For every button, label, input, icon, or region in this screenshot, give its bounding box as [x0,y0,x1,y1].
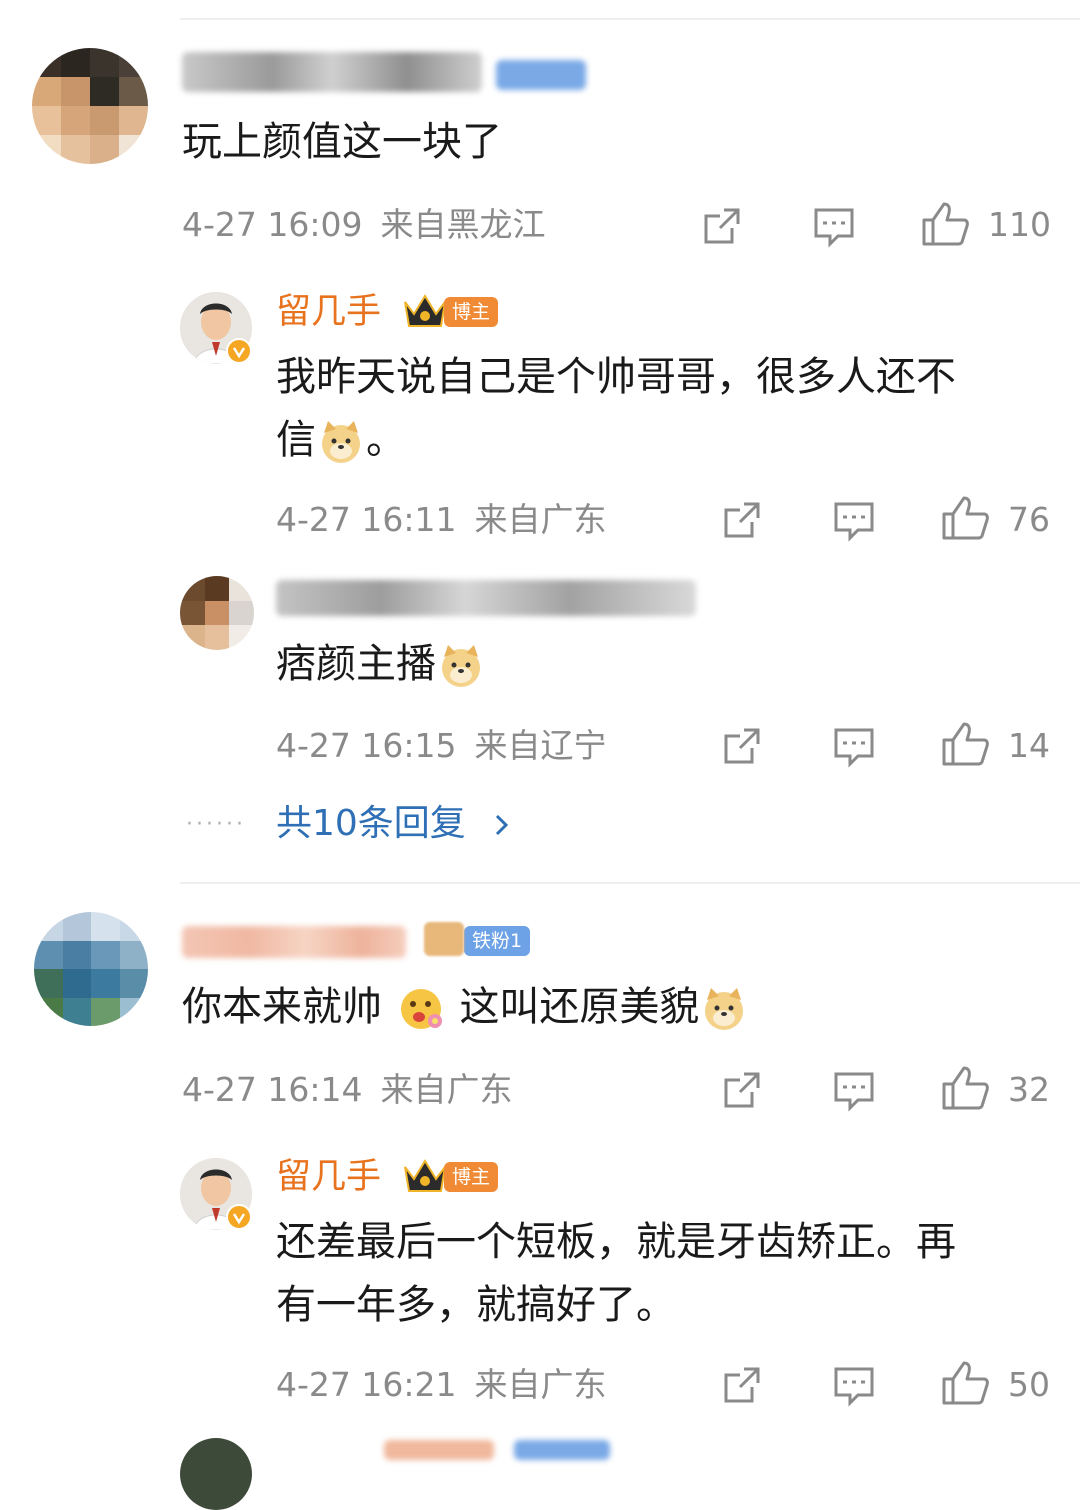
username[interactable]: 留几手 [276,1155,381,1199]
thumbs-up-icon[interactable] [920,200,970,248]
username-blurred[interactable] [182,52,482,92]
username[interactable]: 留几手 [276,290,381,334]
comment-icon[interactable] [832,1068,876,1112]
comment-icon[interactable] [832,1363,876,1407]
blogger-badge: 博主 [444,1162,499,1192]
verified-badge-icon [226,338,252,364]
avatar[interactable] [180,576,254,650]
reply-text: 我昨天说自己是个帅哥哥，很多人还不 [276,354,956,400]
fan-badge: 铁粉1 [464,926,531,956]
thread-dots: ······ [186,812,246,837]
comment-meta: 4-27 16:14 来自广东 [182,1070,513,1109]
like-count: 32 [1008,1070,1050,1109]
reply-text-line2: 信。 [276,417,406,463]
divider [180,882,1080,884]
doge-emoji-icon [322,421,360,463]
username-blurred[interactable] [182,926,406,958]
share-icon[interactable] [720,498,764,542]
share-icon[interactable] [720,1068,764,1112]
comment-icon[interactable] [832,724,876,768]
avatar[interactable] [34,912,148,1026]
reply-text-line2: 有一年多，就搞好了。 [276,1282,676,1328]
comment-meta: 4-27 16:09 来自黑龙江 [182,205,546,244]
reply-meta: 4-27 16:15 来自辽宁 [276,726,607,765]
comment-icon[interactable] [832,498,876,542]
reply-text: 还差最后一个短板，就是牙齿矫正。再 [276,1219,956,1265]
thumbs-up-icon[interactable] [940,1064,990,1112]
divider [180,18,1080,20]
flower-face-emoji-icon [400,989,442,1029]
username-blurred[interactable] [276,580,696,616]
comment-text: 你本来就帅 这叫还原美貌 [182,975,749,1039]
like-count: 14 [1008,726,1050,765]
avatar[interactable] [180,1438,252,1510]
badge-blurred [496,60,586,90]
reply-meta: 4-27 16:21 来自广东 [276,1365,607,1404]
fan-badge-icon [424,922,464,956]
doge-emoji-icon [442,645,480,687]
thumbs-up-icon[interactable] [940,720,990,768]
doge-emoji-icon [705,988,744,1030]
chevron-right-icon [496,814,509,836]
badge-blurred [514,1440,610,1460]
like-count: 76 [1008,500,1050,539]
verified-badge-icon [226,1204,252,1230]
crown-icon [404,1159,446,1192]
more-replies-link[interactable]: 共10条回复 [276,802,513,846]
crown-icon [404,294,446,327]
reply-text: 痞颜主播 [276,632,486,696]
thumbs-up-icon[interactable] [940,494,990,542]
reply-meta: 4-27 16:11 来自广东 [276,500,607,539]
comment-icon[interactable] [812,204,856,248]
thumbs-up-icon[interactable] [940,1359,990,1407]
share-icon[interactable] [720,724,764,768]
like-count: 50 [1008,1365,1050,1404]
share-icon[interactable] [720,1363,764,1407]
share-icon[interactable] [700,204,744,248]
username-blurred[interactable] [384,1440,494,1460]
comment-text: 玩上颜值这一块了 [182,119,502,165]
blogger-badge: 博主 [444,297,499,327]
like-count: 110 [988,205,1051,244]
avatar[interactable] [32,48,148,164]
